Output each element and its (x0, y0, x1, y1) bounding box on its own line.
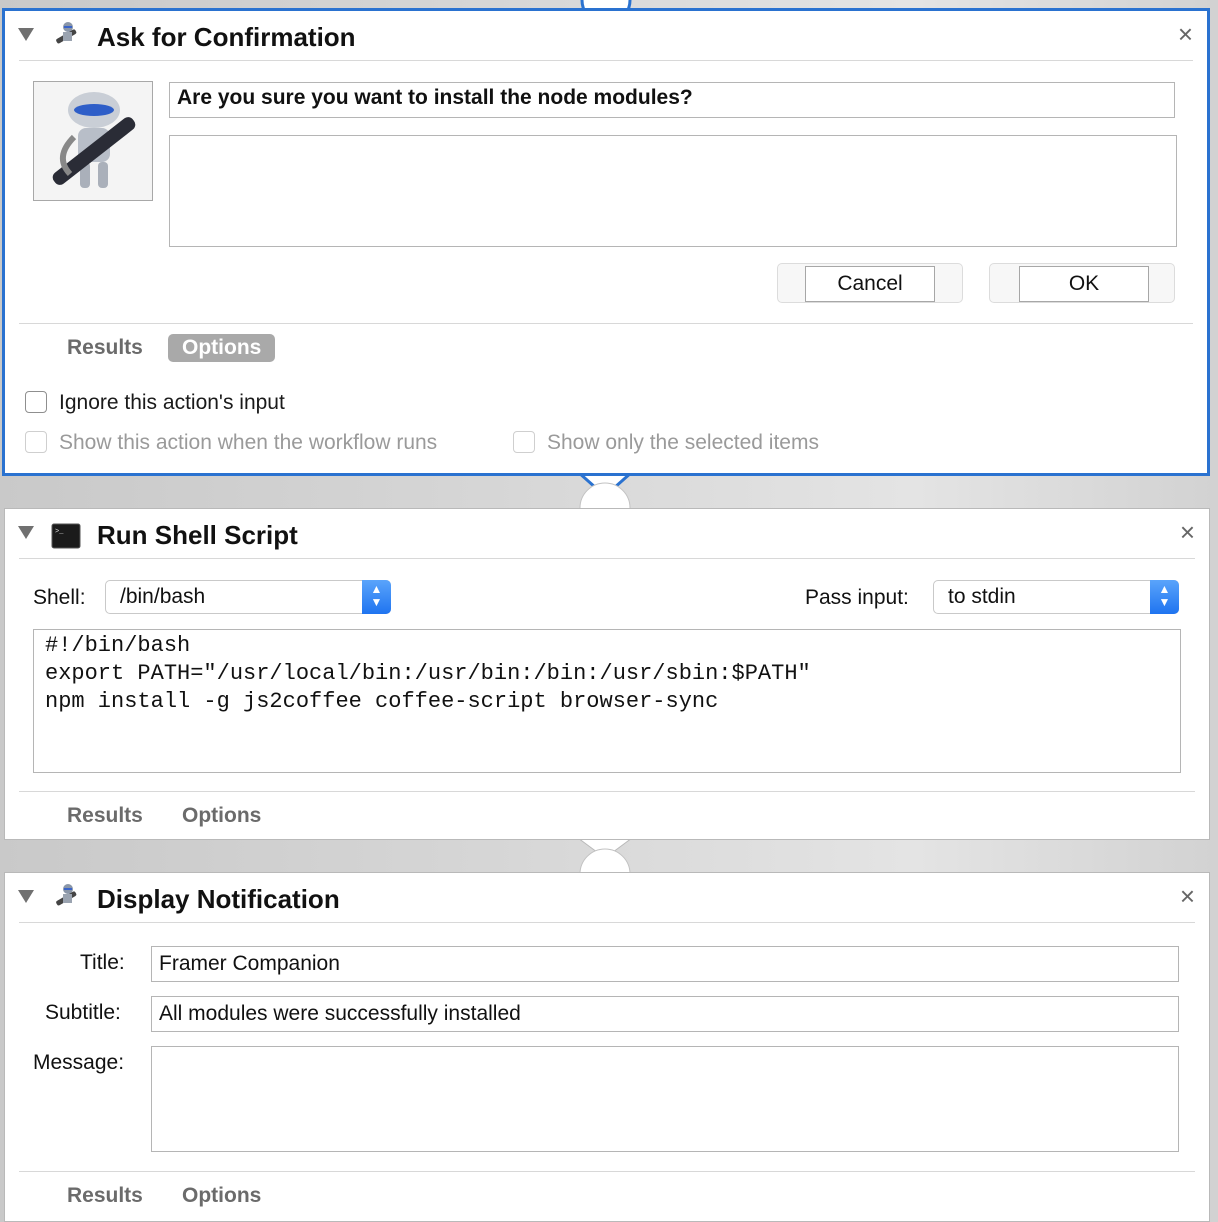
show-when-runs-label: Show this action when the workflow runs (59, 431, 438, 454)
action-display-notification[interactable]: Display Notification × Title: Framer Com… (4, 872, 1210, 1222)
title-field[interactable]: Framer Companion (151, 946, 1179, 982)
tab-results[interactable]: Results (67, 804, 143, 828)
shell-label: Shell: (33, 586, 86, 609)
pass-input-label: Pass input: (805, 586, 909, 609)
script-line: #!/bin/bash (45, 633, 191, 658)
divider (19, 323, 1193, 324)
script-line: npm install -g js2coffee coffee-script b… (45, 689, 719, 714)
show-selected-only-checkbox[interactable] (513, 431, 535, 453)
automator-robot-icon (33, 81, 153, 201)
terminal-icon: >_ (51, 523, 81, 549)
connector-2-3 (577, 837, 633, 875)
connector-1-2 (577, 470, 633, 509)
message-field[interactable] (151, 1046, 1179, 1152)
subtitle-label: Subtitle: (45, 1001, 121, 1024)
automator-robot-icon (56, 884, 77, 906)
shell-select[interactable]: /bin/bash ▲ ▼ (105, 580, 391, 614)
action-title: Ask for Confirmation (97, 22, 356, 52)
script-editor[interactable]: #!/bin/bash export PATH="/usr/local/bin:… (33, 629, 1181, 773)
title-label: Title: (80, 951, 125, 974)
subtitle-field[interactable]: All modules were successfully installed (151, 996, 1179, 1032)
action-header: Ask for Confirmation × (5, 11, 1207, 63)
chevron-updown-icon: ▲ ▼ (362, 580, 391, 614)
divider (19, 791, 1195, 792)
disclosure-triangle-icon[interactable] (18, 890, 34, 903)
divider (19, 558, 1195, 559)
show-selected-only-label: Show only the selected items (547, 431, 819, 454)
tab-options[interactable]: Options (168, 334, 276, 362)
action-ask-for-confirmation[interactable]: Ask for Confirmation × Are you sure you … (2, 8, 1210, 476)
ok-button[interactable]: OK (1019, 266, 1149, 302)
confirmation-detail-field[interactable] (169, 135, 1177, 247)
divider (19, 60, 1193, 61)
svg-text:>_: >_ (55, 528, 64, 536)
action-title: Run Shell Script (97, 520, 298, 550)
pass-input-select-value: to stdin (948, 585, 1016, 608)
chevron-updown-icon: ▲ ▼ (1150, 580, 1179, 614)
ignore-input-checkbox[interactable] (25, 391, 47, 413)
divider (19, 1171, 1195, 1172)
automator-robot-icon (56, 22, 77, 44)
ignore-input-label: Ignore this action's input (59, 391, 285, 414)
confirmation-message-field[interactable]: Are you sure you want to install the nod… (169, 82, 1175, 118)
message-label: Message: (33, 1051, 125, 1074)
tab-options[interactable]: Options (182, 804, 261, 828)
divider (19, 922, 1195, 923)
script-line: export PATH="/usr/local/bin:/usr/bin:/bi… (45, 661, 811, 686)
disclosure-triangle-icon[interactable] (18, 526, 34, 539)
show-when-runs-checkbox[interactable] (25, 431, 47, 453)
action-header: Display Notification × (5, 873, 1209, 925)
pass-input-select[interactable]: to stdin ▲ ▼ (933, 580, 1179, 614)
action-title: Display Notification (97, 884, 340, 914)
tab-results[interactable]: Results (67, 1184, 143, 1208)
disclosure-triangle-icon[interactable] (18, 28, 34, 41)
close-icon[interactable]: × (1178, 21, 1193, 47)
action-run-shell-script[interactable]: >_ Run Shell Script × Shell: /bin/bash ▲… (4, 508, 1210, 840)
tab-results[interactable]: Results (67, 336, 143, 360)
shell-select-value: /bin/bash (120, 585, 206, 608)
cancel-button[interactable]: Cancel (805, 266, 935, 302)
tab-options[interactable]: Options (182, 1184, 261, 1208)
action-header: >_ Run Shell Script × (5, 509, 1209, 561)
close-icon[interactable]: × (1180, 519, 1195, 545)
close-icon[interactable]: × (1180, 883, 1195, 909)
